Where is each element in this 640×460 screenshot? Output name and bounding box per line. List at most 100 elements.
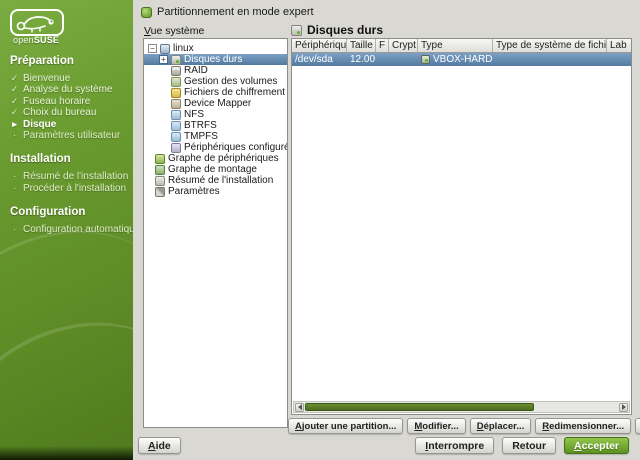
computer-icon [160,44,170,54]
system-view-tree: − linux + Disques durs RAID Gestion des … [143,38,288,428]
installation-steps-nav: Préparation ✓Bienvenue ✓Analyse du systè… [0,55,133,236]
tree-item-btrfs[interactable]: BTRFS [144,120,287,131]
column-header-crypt[interactable]: Crypt [389,39,418,52]
abort-button[interactable]: Interrompre [415,437,494,454]
tree-item-graphe-peripheriques[interactable]: Graphe de périphériques [144,153,287,164]
delete-button[interactable]: Supprimer... [635,418,640,434]
system-view-label: Vue système [144,25,204,37]
tree-item-raid[interactable]: RAID [144,65,287,76]
partitioner-icon [141,7,152,18]
tree-item-gestion-volumes[interactable]: Gestion des volumes [144,76,287,87]
scroll-left-button[interactable] [295,403,304,412]
disk-device-icon [421,55,430,64]
scrollbar-thumb[interactable] [305,403,534,411]
panel-title-text: Disques durs [307,23,383,37]
cell-format [376,53,389,66]
arrow-right-icon [622,404,629,410]
nav-section-installation: Installation [10,153,129,165]
step-bienvenue: ✓Bienvenue [10,73,129,84]
hard-disks-icon [291,25,302,36]
tree-item-label: Paramètres [168,186,220,197]
table-row-dev-sda[interactable]: /dev/sda 12.00 Go VBOX-HARDDISK [292,53,631,66]
cell-label [607,53,631,66]
nfs-icon [171,110,181,120]
column-header-label[interactable]: Lab [607,39,631,52]
footer-right: Interrompre Retour Accepter [415,437,629,454]
tree-item-label: BTRFS [184,120,217,131]
cell-filesystem [493,53,607,66]
tree-item-resume-installation[interactable]: Résumé de l'installation [144,175,287,186]
step-label: Résumé de l'installation [23,172,128,182]
tree-item-fichiers-chiffrement[interactable]: Fichiers de chiffrement [144,87,287,98]
move-button[interactable]: Déplacer... [470,418,532,434]
device-graph-icon [155,154,165,164]
main-content: Partitionnement en mode expert Vue systè… [133,0,640,460]
tree-item-label: RAID [184,65,208,76]
step-choix-bureau: ✓Choix du bureau [10,107,129,118]
tree-item-label: Gestion des volumes [184,76,277,87]
edit-button[interactable]: Modifier... [407,418,465,434]
device-mapper-icon [171,99,181,109]
tree-item-graphe-montage[interactable]: Graphe de montage [144,164,287,175]
tree-item-label: Fichiers de chiffrement [184,87,285,98]
tree-item-label: Graphe de montage [168,164,257,175]
mount-graph-icon [155,165,165,175]
add-partition-button[interactable]: Ajouter une partition... [288,418,403,434]
tree-item-nfs[interactable]: NFS [144,109,287,120]
configured-devices-icon [171,143,181,153]
column-header-type[interactable]: Type [418,39,493,52]
step-resume-installation: ·Résumé de l'installation [10,171,129,182]
column-header-type-systeme-fichiers[interactable]: Type de système de fichiers [493,39,607,52]
tree-item-label: linux [173,43,194,54]
page-header: Partitionnement en mode expert [141,5,314,19]
cell-type-text: VBOX-HARDDISK [433,54,493,65]
check-icon: ✓ [10,107,19,117]
back-button[interactable]: Retour [502,437,556,454]
logo-frame [10,9,64,36]
partition-actions: Ajouter une partition... Modifier... Dép… [288,418,636,434]
settings-icon [155,187,165,197]
footer-left: Aide [138,437,181,454]
help-button[interactable]: Aide [138,437,181,454]
step-proceder-installation: ·Procéder à l'installation [10,183,129,194]
logo-word-open: open [13,35,34,45]
nav-section-configuration: Configuration [10,206,129,218]
tree-item-peripheriques-configures[interactable]: Périphériques configurés [144,142,287,153]
bullet-icon: · [10,183,19,193]
logo-wordmark: openSUSE [13,35,59,45]
step-disque-current: ▸Disque [10,119,129,130]
check-icon: ✓ [10,73,19,83]
installation-summary-icon [155,176,165,186]
tree-item-linux[interactable]: − linux [144,43,287,54]
column-header-taille[interactable]: Taille [347,39,376,52]
check-icon: ✓ [10,84,19,94]
step-label: Fuseau horaire [23,97,90,107]
hard-disk-icon [171,55,181,65]
chameleon-icon [12,11,62,34]
tree-item-disques-durs[interactable]: + Disques durs [144,54,287,65]
raid-icon [171,66,181,76]
opensuse-logo: openSUSE [10,9,66,43]
tree-item-device-mapper[interactable]: Device Mapper [144,98,287,109]
table-empty-area [292,66,631,400]
expand-expander-icon[interactable]: + [159,55,168,64]
column-header-peripherique[interactable]: Périphérique [292,39,347,52]
tree-item-parametres[interactable]: Paramètres [144,186,287,197]
accept-button[interactable]: Accepter [564,437,629,454]
cell-device: /dev/sda [292,53,347,66]
tree-item-label: Résumé de l'installation [168,175,273,186]
resize-button[interactable]: Redimensionner... [535,418,631,434]
cell-type: VBOX-HARDDISK [418,53,493,66]
scroll-right-button[interactable] [619,403,628,412]
column-header-f[interactable]: F [376,39,389,52]
tree-item-tmpfs[interactable]: TMPFS [144,131,287,142]
installer-window: openSUSE Préparation ✓Bienvenue ✓Analyse… [0,0,640,460]
horizontal-scrollbar[interactable] [293,401,630,413]
step-parametres-utilisateur: ·Paramètres utilisateur [10,130,129,141]
bullet-icon: · [10,130,19,140]
collapse-expander-icon[interactable]: − [148,44,157,53]
logo-word-suse: SUSE [34,35,59,45]
tree-item-label: Périphériques configurés [184,142,287,153]
crypt-files-icon [171,88,181,98]
step-analyse-systeme: ✓Analyse du système [10,84,129,95]
